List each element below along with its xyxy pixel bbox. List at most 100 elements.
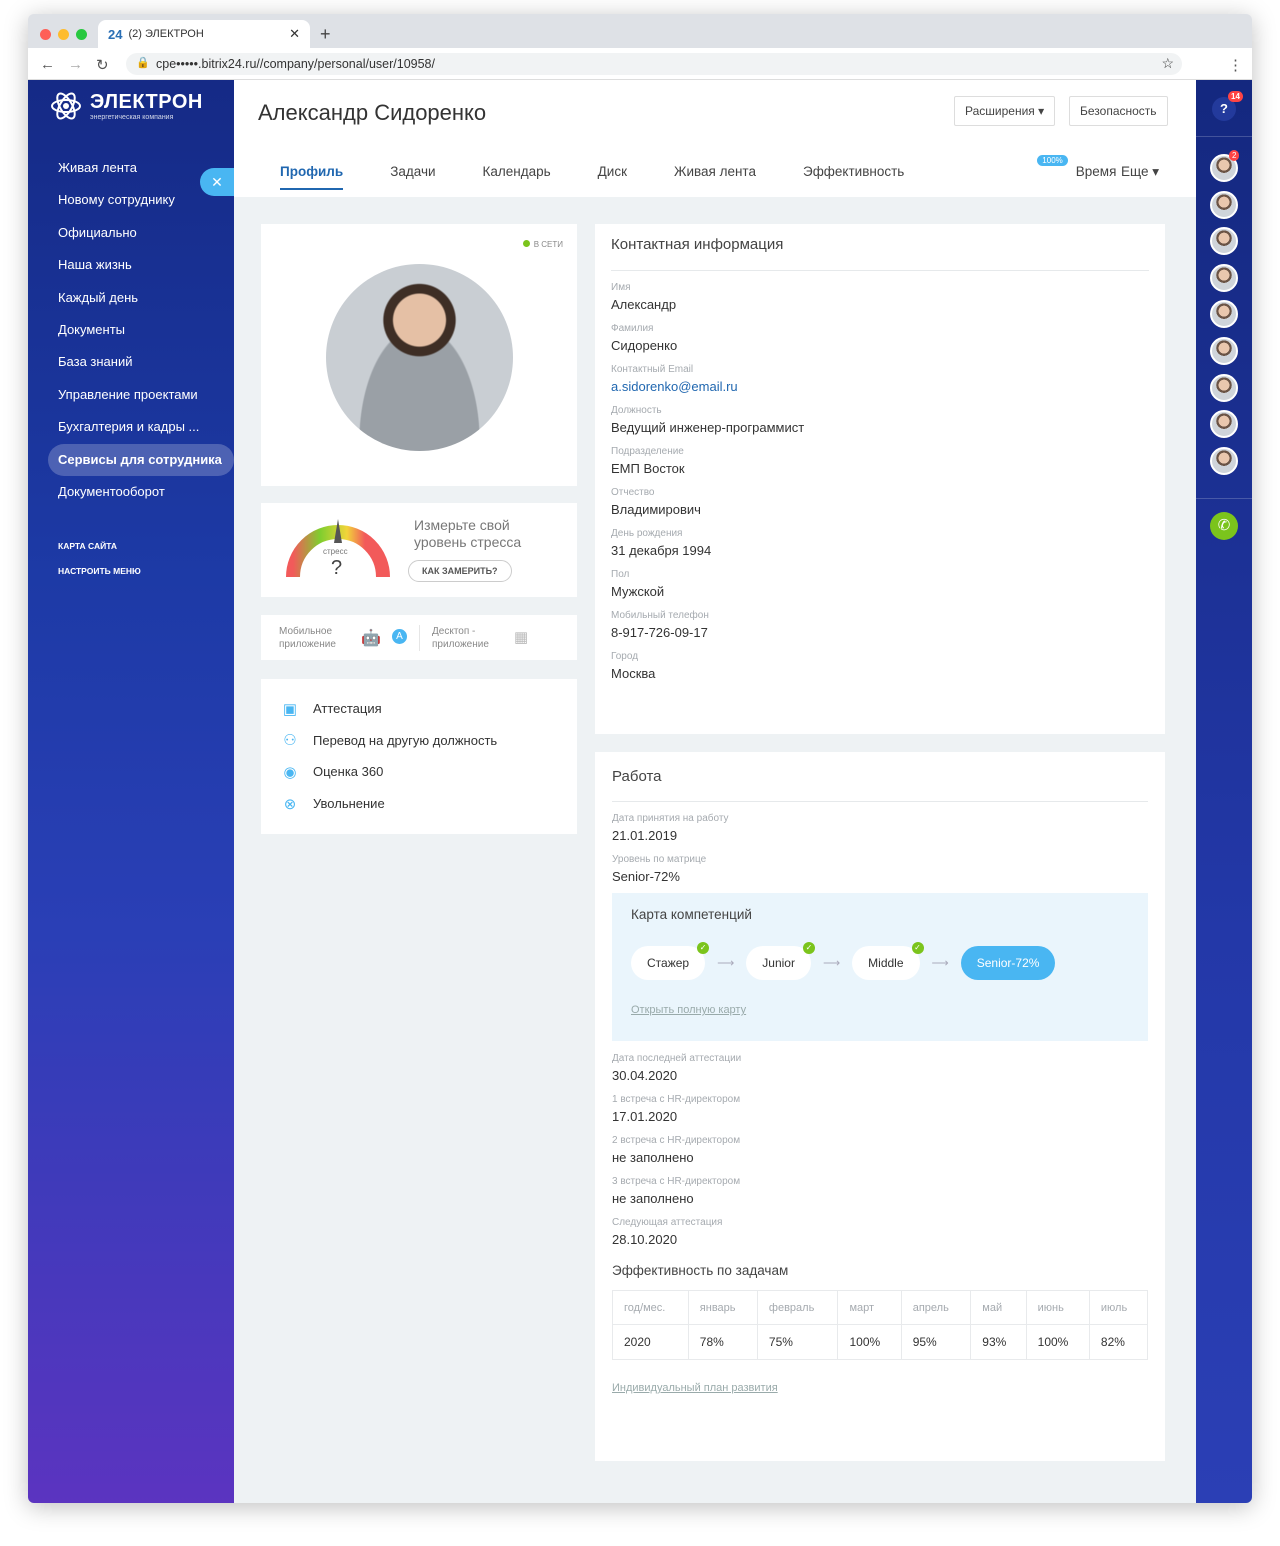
open-full-map-link[interactable]: Открыть полную карту [631, 1004, 1129, 1016]
how-to-measure-button[interactable]: КАК ЗАМЕРИТЬ? [408, 560, 512, 582]
field-label: Следующая аттестация [612, 1217, 723, 1228]
desktop-app-label: Десктоп - приложение [432, 626, 489, 650]
action-transfer[interactable]: ⚇ Перевод на другую должность [281, 725, 557, 757]
field-label: Отчество [611, 487, 655, 498]
arrow-icon: ⟶ [717, 956, 735, 970]
reload-icon[interactable]: ↻ [96, 56, 109, 74]
security-button[interactable]: Безопасность [1069, 96, 1168, 126]
extensions-button[interactable]: Расширения ▾ [954, 96, 1056, 126]
logo[interactable]: ЭЛЕКТРОН энергетическая компания [50, 90, 203, 122]
eye-icon: ◉ [283, 763, 297, 781]
contact-avatar[interactable] [1210, 410, 1238, 439]
work-card: Работа Дата принятия на работу 21.01.2019… [595, 752, 1165, 1461]
contact-avatar[interactable] [1210, 337, 1238, 365]
sitemap-link[interactable]: КАРТА САЙТА [48, 534, 234, 559]
development-plan-link[interactable]: Индивидуальный план развития [612, 1382, 1148, 1394]
tab-time[interactable]: Время [1076, 164, 1117, 179]
tab-calendar[interactable]: Календарь [483, 164, 551, 179]
mobile-app-label: Мобильное приложение [279, 626, 336, 650]
field-value: не заполнено [612, 1150, 694, 1165]
field-value: Александр [611, 297, 677, 312]
table-cell: 2020 [612, 1324, 689, 1360]
action-360[interactable]: ◉ Оценка 360 [281, 756, 557, 788]
maximize-window-button[interactable] [76, 29, 87, 40]
column-header: апрель [900, 1290, 972, 1325]
new-tab-button[interactable]: + [320, 24, 331, 45]
stage-junior[interactable]: Junior ✓ [746, 942, 815, 980]
android-icon[interactable]: 🤖 [361, 628, 381, 648]
url-input[interactable]: 🔒 cpe•••••.bitrix24.ru//company/personal/… [126, 53, 1182, 75]
tab-feed[interactable]: Живая лента [674, 164, 756, 179]
app-store-icon[interactable]: A [392, 629, 407, 644]
sidebar-item[interactable]: База знаний [48, 346, 234, 378]
tab-disk[interactable]: Диск [598, 164, 627, 179]
stage-current[interactable]: Senior-72% [960, 946, 1056, 980]
browser-tab[interactable]: 24 (2) ЭЛЕКТРОН ✕ [98, 20, 310, 48]
minimize-window-button[interactable] [58, 29, 69, 40]
more-tabs-button[interactable]: Еще ▾ [1121, 164, 1159, 180]
forward-icon[interactable]: → [68, 56, 83, 73]
help-badge: 14 [1228, 91, 1243, 102]
field-label: 2 встреча с HR-директором [612, 1135, 741, 1146]
action-dismissal[interactable]: ⊗ Увольнение [281, 788, 557, 820]
stage-middle[interactable]: Middle ✓ [852, 942, 924, 980]
configure-menu-link[interactable]: НАСТРОИТЬ МЕНЮ [48, 559, 234, 584]
contact-avatar[interactable]: 2 [1210, 150, 1240, 182]
sidebar-item[interactable]: Документооборот [48, 476, 234, 508]
avatar[interactable] [326, 264, 513, 451]
contact-title: Контактная информация [611, 236, 784, 253]
contact-avatar[interactable] [1210, 263, 1238, 292]
sidebar-menu: Живая лента Новому сотруднику Официально… [48, 152, 234, 584]
arrow-icon: ⟶ [822, 956, 841, 970]
action-label: Аттестация [313, 701, 382, 717]
right-bar: ? 14 2 ✆ [1196, 80, 1252, 1503]
field-value: Ведущий инженер-программист [611, 420, 805, 435]
tab-tasks[interactable]: Задачи [390, 164, 435, 179]
field-value[interactable]: a.sidorenko@email.ru [611, 379, 1149, 394]
sidebar-item[interactable]: Документы [48, 314, 234, 346]
close-tab-icon[interactable]: ✕ [289, 26, 300, 42]
action-attestation[interactable]: ▣ Аттестация [281, 693, 557, 725]
contact-avatar[interactable] [1210, 300, 1238, 329]
check-icon: ✓ [802, 942, 815, 954]
contact-avatar[interactable] [1210, 227, 1238, 256]
sidebar-item[interactable]: Наша жизнь [48, 249, 234, 281]
status-text: В СЕТИ [533, 240, 563, 249]
column-header: май [970, 1290, 1027, 1325]
field-label: Дата последней аттестации [612, 1053, 742, 1064]
arrow-icon: ⟶ [931, 956, 949, 970]
windows-icon[interactable]: ▦ [514, 628, 528, 646]
field-value: Москва [611, 666, 656, 681]
stress-value: ? [331, 557, 343, 579]
sidebar-item[interactable]: Управление проектами [48, 379, 234, 411]
field-label: Контактный Email [611, 364, 694, 375]
menu-kebab-icon[interactable]: ⋮ [1228, 56, 1243, 74]
close-window-button[interactable] [40, 29, 51, 40]
stage-trainee[interactable]: Стажер ✓ [631, 942, 710, 980]
table-cell: 93% [970, 1324, 1027, 1360]
column-header: март [837, 1290, 902, 1325]
avatar-badge: 2 [1229, 150, 1240, 161]
phone-icon[interactable]: ✆ [1210, 512, 1238, 540]
contact-avatar[interactable] [1210, 373, 1238, 402]
stage-label: Стажер [647, 956, 690, 970]
help-icon[interactable]: ? 14 [1212, 91, 1243, 121]
contact-avatar[interactable] [1210, 446, 1238, 475]
field-label: Дата принятия на работу [612, 813, 729, 824]
sidebar-item[interactable]: Бухгалтерия и кадры ... [48, 411, 234, 443]
sidebar-item-active[interactable]: Сервисы для сотрудника [48, 443, 234, 476]
close-sidebar-button[interactable]: ✕ [200, 168, 234, 196]
field-label: Фамилия [611, 323, 654, 334]
contact-avatar[interactable] [1210, 190, 1238, 219]
star-icon[interactable]: ☆ [1161, 55, 1174, 72]
field-value: не заполнено [612, 1191, 694, 1206]
sidebar-item[interactable]: Официально [48, 217, 234, 249]
tab-profile[interactable]: Профиль [280, 164, 344, 190]
field-label: День рождения [611, 528, 683, 539]
back-icon[interactable]: ← [40, 56, 55, 73]
competence-map: Карта компетенций Стажер ✓ ⟶ Junior ✓ ⟶ Midd… [612, 893, 1148, 1041]
tab-efficiency-label: Эффективность [802, 164, 905, 179]
sidebar-item[interactable]: Каждый день [48, 282, 234, 314]
tab-efficiency[interactable]: Эффективность 100% [802, 155, 1068, 179]
table-cell: 78% [687, 1324, 758, 1360]
